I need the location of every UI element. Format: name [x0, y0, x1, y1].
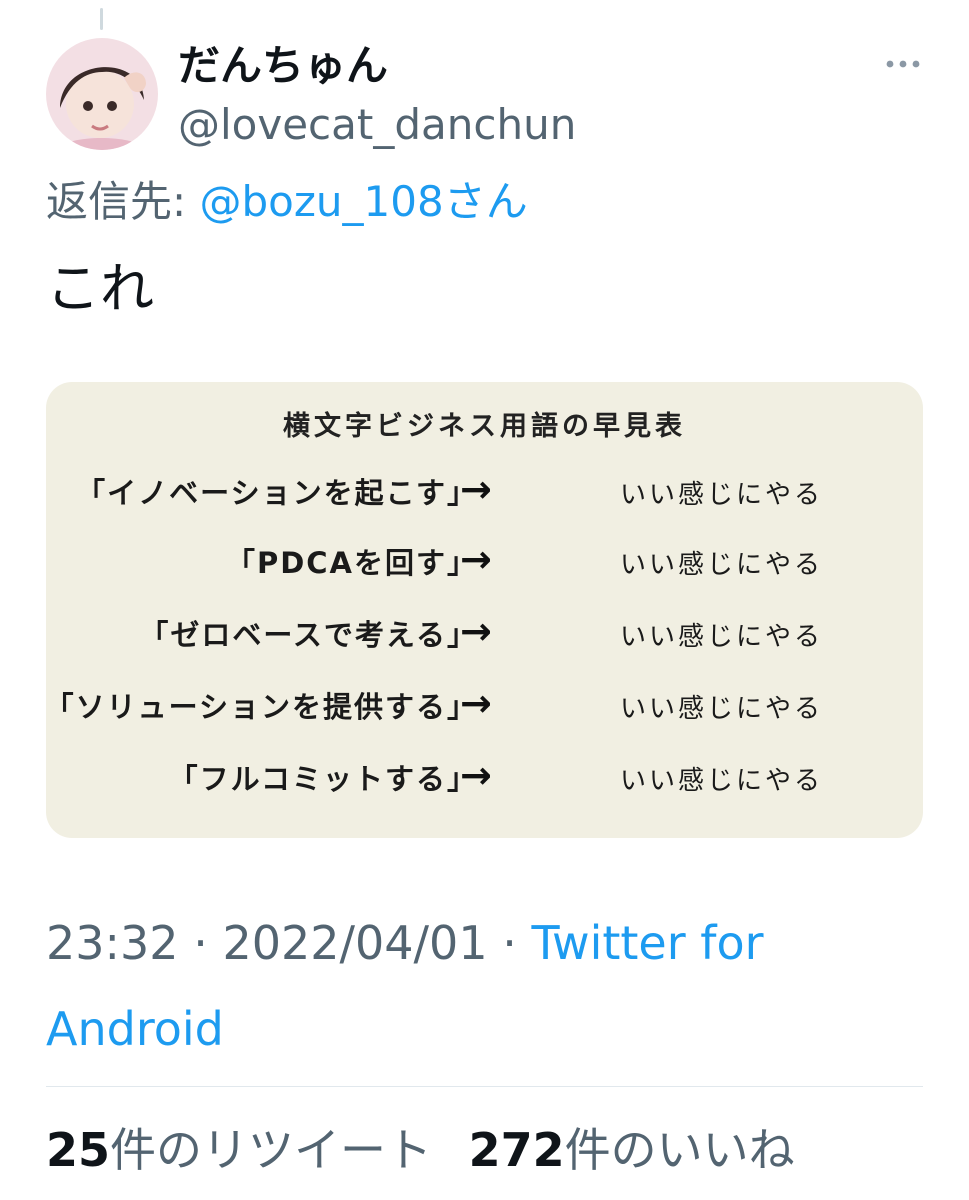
media-row-term: 「フルコミットする」 — [168, 762, 478, 796]
arrow-right-icon: → — [460, 753, 492, 797]
more-horizontal-icon[interactable] — [884, 52, 922, 76]
meta-separator: · — [487, 916, 532, 970]
author-handle[interactable]: @lovecat_danchun — [178, 98, 576, 152]
retweets-label: 件のリツイート — [110, 1123, 433, 1177]
media-row-meaning: いい感じにやる — [620, 766, 824, 796]
media-row: 「ソリューションを提供する」 → いい感じにやる — [46, 680, 923, 730]
media-title: 横文字ビジネス用語の早見表 — [283, 411, 686, 442]
thread-connector-line — [100, 8, 103, 30]
retweets-count: 25 — [46, 1123, 111, 1177]
media-row: 「PDCAを回す」 → いい感じにやる — [46, 536, 923, 586]
avatar-image — [46, 38, 158, 150]
media-row-term: 「PDCAを回す」 — [225, 546, 478, 580]
media-row: 「イノベーションを起こす」 → いい感じにやる — [46, 466, 923, 516]
media-row-term: 「ゼロベースで考える」 — [139, 618, 478, 652]
tweet-text: これ — [46, 257, 154, 320]
tweet-date[interactable]: 2022/04/01 — [222, 916, 487, 970]
media-row-term: 「イノベーションを起こす」 — [76, 476, 478, 510]
tweet-media-image[interactable]: 横文字ビジネス用語の早見表 「イノベーションを起こす」 → いい感じにやる 「P… — [46, 382, 923, 838]
likes-count: 272 — [468, 1123, 565, 1177]
likes-stat[interactable]: 272件のいいね — [469, 1118, 795, 1182]
tweet-time[interactable]: 23:32 — [46, 916, 179, 970]
media-row-term: 「ソリューションを提供する」 — [46, 690, 478, 724]
likes-label: 件のいいね — [564, 1123, 795, 1177]
divider — [46, 1086, 923, 1087]
media-row-meaning: いい感じにやる — [620, 480, 824, 510]
reply-label: 返信先: — [46, 177, 187, 226]
meta-separator: · — [178, 916, 223, 970]
retweets-stat[interactable]: 25件のリツイート — [46, 1118, 432, 1182]
media-row: 「フルコミットする」 → いい感じにやる — [46, 752, 923, 802]
arrow-right-icon: → — [460, 681, 492, 725]
tweet-metadata: 23:32 · 2022/04/01 · Twitter for Android — [46, 900, 806, 1072]
reply-context: 返信先: @bozu_108さん — [46, 174, 528, 230]
media-row-meaning: いい感じにやる — [620, 694, 824, 724]
avatar[interactable] — [46, 38, 158, 150]
media-row-meaning: いい感じにやる — [620, 550, 824, 580]
arrow-right-icon: → — [460, 467, 492, 511]
media-row: 「ゼロベースで考える」 → いい感じにやる — [46, 608, 923, 658]
engagement-stats: 25件のリツイート 272件のいいね — [46, 1118, 817, 1182]
author-display-name[interactable]: だんちゅん — [178, 38, 388, 94]
arrow-right-icon: → — [460, 537, 492, 581]
media-row-meaning: いい感じにやる — [620, 622, 824, 652]
arrow-right-icon: → — [460, 609, 492, 653]
reply-to-handle-link[interactable]: @bozu_108さん — [200, 177, 528, 226]
